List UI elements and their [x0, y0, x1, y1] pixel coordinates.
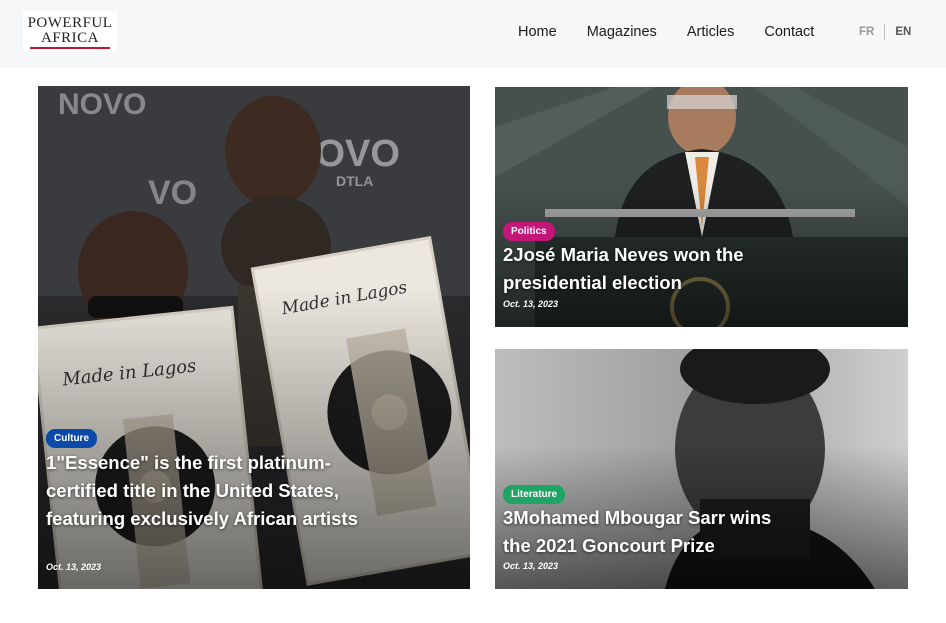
- category-badge-literature[interactable]: Literature: [503, 485, 566, 504]
- nav-articles[interactable]: Articles: [687, 24, 735, 40]
- nav-magazines[interactable]: Magazines: [587, 24, 657, 40]
- nav-contact[interactable]: Contact: [764, 24, 814, 40]
- nav-home[interactable]: Home: [518, 24, 557, 40]
- article-title[interactable]: 1"Essence" is the first platinum-certifi…: [46, 449, 366, 533]
- article-card-culture[interactable]: NOVO NOVO DTLA VO Made in Lagos Made in …: [38, 86, 470, 589]
- logo-line-2: AFRICA: [40, 30, 99, 46]
- article-title[interactable]: 3Mohamed Mbougar Sarr wins the 2021 Gonc…: [503, 504, 803, 560]
- article-card-politics[interactable]: Politics 2José Maria Neves won the presi…: [495, 87, 908, 327]
- category-badge-politics[interactable]: Politics: [503, 222, 555, 241]
- lang-fr[interactable]: FR: [859, 26, 874, 38]
- logo-line-1: POWERFUL: [27, 15, 113, 31]
- category-badge-culture[interactable]: Culture: [46, 429, 97, 448]
- article-card-literature[interactable]: Literature 3Mohamed Mbougar Sarr wins th…: [495, 349, 908, 589]
- language-switcher: FR EN: [859, 24, 911, 40]
- lang-en[interactable]: EN: [895, 26, 911, 38]
- article-date: Oct. 13, 2023: [503, 561, 559, 571]
- article-date: Oct. 13, 2023: [503, 299, 559, 309]
- site-logo[interactable]: POWERFUL AFRICA: [23, 11, 117, 52]
- main-nav: Home Magazines Articles Contact: [518, 24, 844, 40]
- article-date: Oct. 13, 2023: [46, 562, 102, 572]
- site-header: POWERFUL AFRICA Home Magazines Articles …: [0, 0, 946, 68]
- article-title[interactable]: 2José Maria Neves won the presidential e…: [503, 241, 793, 297]
- logo-underline: [30, 47, 110, 49]
- lang-separator: [884, 24, 886, 40]
